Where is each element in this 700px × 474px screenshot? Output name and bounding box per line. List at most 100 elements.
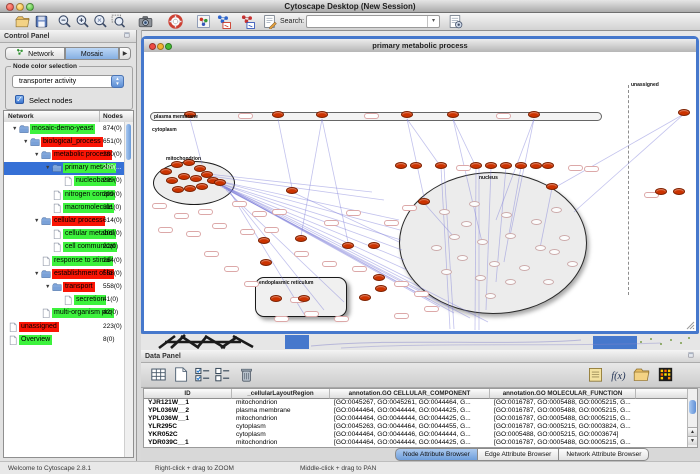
tree-item-metabolic-process[interactable]: ▼metabolic process280(0) xyxy=(4,148,125,161)
help-icon[interactable] xyxy=(168,14,183,29)
graph-node[interactable] xyxy=(447,111,459,118)
graph-node[interactable] xyxy=(559,235,570,241)
graph-node[interactable] xyxy=(477,239,488,245)
table-cell[interactable]: mitochondrion xyxy=(232,415,330,423)
graph-node[interactable] xyxy=(485,293,496,299)
graph-node[interactable] xyxy=(678,109,690,116)
tree-item-transport[interactable]: ▼transport558(0) xyxy=(4,280,125,293)
expander-icon[interactable]: ▼ xyxy=(34,271,39,277)
graph-node[interactable] xyxy=(655,188,667,195)
table-cell[interactable]: [GO:0016787, GO:0005488, GO:0005215, G..… xyxy=(490,399,636,407)
tab-overflow-arrow-icon[interactable]: ▶ xyxy=(119,47,131,60)
tree-item-cellular-metabol[interactable]: cellular metabol209(0) xyxy=(4,228,125,241)
graph-node[interactable] xyxy=(530,162,542,169)
float-panel-icon[interactable] xyxy=(124,32,133,41)
zoom-in-icon[interactable] xyxy=(75,14,90,29)
graph-node[interactable] xyxy=(441,269,452,275)
graph-node[interactable] xyxy=(543,279,554,285)
search-dropdown-arrow-icon[interactable]: ▾ xyxy=(427,16,439,27)
table-cell[interactable]: [GO:0016787, GO:0005488, GO:0005215, G..… xyxy=(490,407,636,415)
tree-item-secretion[interactable]: secretion41(0) xyxy=(4,294,125,307)
expander-icon[interactable]: ▼ xyxy=(34,218,39,224)
dropdown-stepper-icon[interactable]: ▲▼ xyxy=(111,75,124,88)
graph-node[interactable] xyxy=(549,249,560,255)
graph-node[interactable] xyxy=(373,274,385,281)
create-view-a-icon[interactable] xyxy=(216,14,231,29)
table-cell[interactable]: plasma membrane xyxy=(232,407,330,415)
graph-node[interactable] xyxy=(359,294,371,301)
graph-node[interactable] xyxy=(461,221,472,227)
float-panel-icon[interactable] xyxy=(688,352,697,361)
table-cell[interactable]: [GO:0045267, GO:0045261, GO:0044464, G..… xyxy=(330,399,490,407)
column-header-annotation-go-cellular-component[interactable]: annotation.GO CELLULAR_COMPONENT xyxy=(330,389,490,399)
table-cell[interactable]: YJR121W__1 xyxy=(144,399,232,407)
graph-node[interactable] xyxy=(368,242,380,249)
function-builder-icon[interactable]: f(x) xyxy=(610,366,627,383)
zoom-out-icon[interactable] xyxy=(57,14,72,29)
tree-item-response-to-stimul[interactable]: response to stimul264(0) xyxy=(4,254,125,267)
tree-scrollbar-thumb[interactable] xyxy=(126,124,131,160)
graph-node[interactable] xyxy=(435,162,447,169)
open-session-icon[interactable] xyxy=(15,14,30,29)
search-config-icon[interactable] xyxy=(448,14,463,29)
vizmapper-icon[interactable] xyxy=(196,14,211,29)
table-cell[interactable]: [GO:0044464, GO:0044444, GO:0044425, G..… xyxy=(330,415,490,423)
table-cell[interactable]: [GO:0005488, GO:0005215, GO:0003674] xyxy=(490,431,636,439)
tab-network[interactable]: Network xyxy=(5,47,65,60)
graph-node[interactable] xyxy=(485,162,497,169)
tree-item-unassigned[interactable]: unassigned223(0) xyxy=(4,320,125,333)
table-scrollbar[interactable]: ▲ ▼ xyxy=(687,389,697,447)
save-session-icon[interactable] xyxy=(34,14,49,29)
network-canvas[interactable]: plasma membrane cytoplasm mitochondrion … xyxy=(144,52,696,331)
tree-item-mosaic-demo-yeast[interactable]: ▼mosaic-demo-yeast874(0) xyxy=(4,122,125,135)
graph-node[interactable] xyxy=(501,212,512,218)
annotation-icon[interactable] xyxy=(262,14,277,29)
snapshot-icon[interactable] xyxy=(138,14,153,29)
graph-node[interactable] xyxy=(166,177,178,184)
graph-node[interactable] xyxy=(567,261,578,267)
tree-item-establishment-of-lo[interactable]: ▼establishment of lo558(0) xyxy=(4,267,125,280)
expander-icon[interactable]: ▼ xyxy=(45,284,50,290)
tab-edge-attribute-browser[interactable]: Edge Attribute Browser xyxy=(478,448,559,461)
table-cell[interactable]: [GO:0016787, GO:0005215, GO:0003824, G..… xyxy=(490,423,636,431)
graph-node[interactable] xyxy=(401,111,413,118)
graph-node[interactable] xyxy=(475,275,486,281)
expander-icon[interactable]: ▼ xyxy=(45,165,50,171)
table-cell[interactable]: [GO:0044464, GO:0044446, GO:0044444, G..… xyxy=(330,431,490,439)
graph-node[interactable] xyxy=(457,255,468,261)
graph-node[interactable] xyxy=(160,168,172,175)
column-header--cellularlayoutregion[interactable]: _cellularLayoutRegion xyxy=(232,389,330,399)
tree-item-overview[interactable]: Overview8(0) xyxy=(4,333,125,346)
graph-node[interactable] xyxy=(196,183,208,190)
graph-node[interactable] xyxy=(258,237,270,244)
import-attributes-icon[interactable] xyxy=(633,366,650,383)
graph-node[interactable] xyxy=(418,198,430,205)
tree-item-nucleobase[interactable]: nucleobase-209(0) xyxy=(4,175,125,188)
heatmap-icon[interactable] xyxy=(657,366,674,383)
graph-node[interactable] xyxy=(470,162,482,169)
table-cell[interactable]: [GO:0045263, GO:0044464, GO:0044455, G..… xyxy=(330,423,490,431)
table-cell[interactable]: [GO:0016787, GO:0005488, GO:0005215, G..… xyxy=(490,439,636,447)
graph-node[interactable] xyxy=(270,295,282,302)
graph-node[interactable] xyxy=(342,242,354,249)
graph-node[interactable] xyxy=(500,162,512,169)
graph-node[interactable] xyxy=(489,261,500,267)
graph-node[interactable] xyxy=(528,111,540,118)
select-nodes-checkbox[interactable]: ✓ xyxy=(15,95,24,104)
unselect-attributes-icon[interactable] xyxy=(214,366,231,383)
graph-node[interactable] xyxy=(316,111,328,118)
network-window-titlebar[interactable]: primary metabolic process xyxy=(144,39,696,53)
expander-icon[interactable]: ▼ xyxy=(23,139,28,145)
table-cell[interactable]: mitochondrion xyxy=(232,399,330,407)
graph-node[interactable] xyxy=(295,235,307,242)
graph-node[interactable] xyxy=(172,186,184,193)
create-view-b-icon[interactable] xyxy=(240,14,255,29)
graph-node[interactable] xyxy=(410,162,422,169)
search-input[interactable]: ▾ xyxy=(306,15,440,28)
graph-node[interactable] xyxy=(272,111,284,118)
graph-node[interactable] xyxy=(546,183,558,190)
table-cell[interactable]: YPL036W__1 xyxy=(144,415,232,423)
expander-icon[interactable]: ▼ xyxy=(34,152,39,158)
table-cell[interactable]: YLR295C xyxy=(144,423,232,431)
table-row[interactable]: YLR295Ccytoplasm[GO:0045263, GO:0044464,… xyxy=(144,423,687,431)
